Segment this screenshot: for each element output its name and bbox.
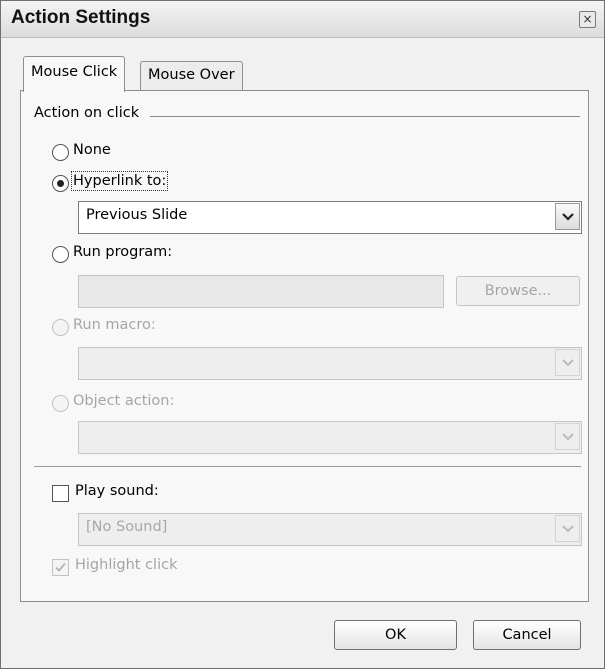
highlight-click-label: Highlight click [75,557,178,573]
run-macro-radio [52,319,69,336]
run-program-input [78,275,444,308]
tab-mouse-click[interactable]: Mouse Click [23,56,126,92]
highlight-click-checkbox [52,559,69,576]
chevron-down-icon[interactable] [555,203,580,230]
object-action-label: Object action: [73,393,175,409]
sound-select: [No Sound] [78,513,582,546]
play-sound-label[interactable]: Play sound: [75,483,159,499]
hyperlink-select-value: Previous Slide [86,207,188,223]
cancel-button[interactable]: Cancel [473,620,581,650]
hyperlink-to-radio[interactable] [52,175,69,192]
chevron-down-icon [555,515,580,542]
radio-selected-dot [57,180,64,187]
run-macro-label: Run macro: [73,317,156,333]
title-bar[interactable]: Action Settings × [1,1,604,38]
none-label[interactable]: None [73,142,111,158]
chevron-down-icon [555,423,580,450]
hyperlink-to-label[interactable]: Hyperlink to: [70,171,169,191]
section-separator [34,466,581,467]
action-on-click-group-label: Action on click [34,105,140,121]
close-icon[interactable]: × [579,11,596,28]
check-icon [55,562,66,572]
object-action-radio [52,395,69,412]
sound-select-value: [No Sound] [86,519,168,535]
hyperlink-select[interactable]: Previous Slide [78,201,582,234]
group-divider [150,116,580,117]
dialog-title: Action Settings [11,7,151,28]
browse-button: Browse... [456,276,580,306]
run-program-label[interactable]: Run program: [73,244,172,260]
ok-button[interactable]: OK [334,620,457,650]
run-macro-select [78,347,582,380]
chevron-down-icon [555,349,580,376]
tab-mouse-over[interactable]: Mouse Over [140,61,243,92]
play-sound-checkbox[interactable] [52,485,69,502]
none-radio[interactable] [52,144,69,161]
run-program-radio[interactable] [52,246,69,263]
object-action-select [78,421,582,454]
